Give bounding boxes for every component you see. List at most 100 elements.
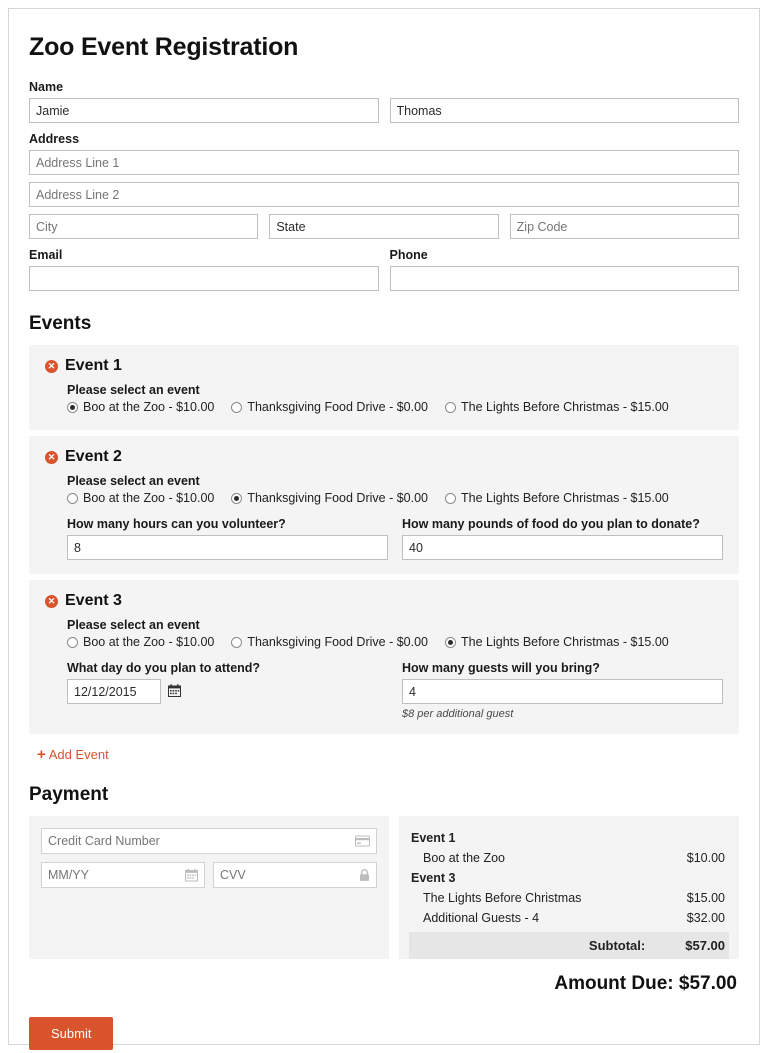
name-row [29,98,739,123]
radio-button[interactable] [67,401,78,413]
event-option[interactable]: Boo at the Zoo - $10.00 [67,400,214,414]
remove-event-icon[interactable]: ✕ [45,594,58,608]
expiry-cvv-row [41,862,377,896]
city-state-zip-row [29,214,739,239]
radio-button[interactable] [445,492,456,504]
event-option-label: Thanksgiving Food Drive - $0.00 [247,400,428,414]
cvv-field [213,862,377,888]
summary-item: The Lights Before Christmas $15.00 [409,888,729,908]
calendar-picker-icon[interactable] [168,683,181,700]
address-line1-col [29,150,739,175]
first-name-col [29,98,379,123]
radio-button[interactable] [231,636,243,648]
event-header: ✕ Event 2 [45,448,723,466]
event-option[interactable]: Boo at the Zoo - $10.00 [67,635,214,649]
event-option[interactable]: The Lights Before Christmas - $15.00 [445,635,669,649]
registration-form-frame: Zoo Event Registration Name Address [8,8,760,1050]
plus-icon: + [37,746,46,763]
event-question: How many pounds of food do you plan to d… [402,517,723,560]
event-option[interactable]: Thanksgiving Food Drive - $0.00 [231,400,428,414]
question-hint: $8 per additional guest [402,708,514,720]
credit-card-input[interactable] [41,828,377,854]
summary-group-label: Event 3 [409,868,729,888]
payment-wrap: Event 1 Boo at the Zoo $10.00 Event 3 The Li… [29,816,739,959]
question-input[interactable] [67,535,388,560]
lock-icon [359,869,370,882]
phone-input[interactable] [389,266,739,291]
zip-input[interactable] [509,214,739,239]
event-option[interactable]: Boo at the Zoo - $10.00 [67,491,214,505]
event-option[interactable]: Thanksgiving Food Drive - $0.00 [231,491,428,505]
payment-fields-panel [29,816,389,959]
select-event-prompt: Please select an event [67,618,200,632]
radio-button[interactable] [231,492,243,504]
event-option-label: The Lights Before Christmas - $15.00 [461,400,669,414]
email-col: Email [29,248,379,291]
question-input[interactable] [402,535,723,560]
expiry-field [41,862,205,888]
question-label: What day do you plan to attend? [67,661,261,675]
last-name-input[interactable] [389,98,739,123]
event-options-row: Boo at the Zoo - $10.00 Thanksgiving Food… [67,400,723,414]
summary-lines: Event 1 Boo at the Zoo $10.00 Event 3 The Li… [409,828,729,928]
address-line2-input[interactable] [29,182,739,207]
event-option[interactable]: The Lights Before Christmas - $15.00 [445,400,669,414]
event-panel: ✕ Event 3 Please select an event Boo at the… [29,580,739,734]
radio-button[interactable] [67,492,78,504]
question-label: How many pounds of food do you plan to d… [402,517,700,531]
event-option-label: Thanksgiving Food Drive - $0.00 [247,635,428,649]
select-event-prompt: Please select an event [67,474,200,488]
event-header: ✕ Event 1 [45,357,723,375]
phone-label: Phone [389,248,428,262]
question-label: How many hours can you volunteer? [67,517,286,531]
state-col [269,214,499,239]
radio-button[interactable] [231,401,243,413]
calendar-icon [185,868,198,882]
subtotal-row: Subtotal: $57.00 [409,932,729,959]
event-option-label: The Lights Before Christmas - $15.00 [461,635,669,649]
question-label: How many guests will you bring? [402,661,600,675]
event-panel: ✕ Event 2 Please select an event Boo at the… [29,436,739,574]
state-select[interactable] [269,214,499,239]
date-input[interactable] [67,679,161,704]
order-summary-panel: Event 1 Boo at the Zoo $10.00 Event 3 The Li… [399,816,739,959]
last-name-col [389,98,739,123]
remove-event-icon[interactable]: ✕ [45,450,58,464]
remove-event-icon[interactable]: ✕ [45,359,58,373]
question-input[interactable] [402,679,723,704]
name-label: Name [29,80,64,94]
subtotal-amount: $57.00 [685,938,725,953]
address-line1-input[interactable] [29,150,739,175]
event-option-label: Thanksgiving Food Drive - $0.00 [247,491,428,505]
expiry-input[interactable] [41,862,205,888]
event-option[interactable]: The Lights Before Christmas - $15.00 [445,491,669,505]
credit-card-field [41,828,377,854]
city-input[interactable] [29,214,259,239]
add-event-label: Add Event [48,747,109,762]
event-body: Please select an event Boo at the Zoo - $… [45,383,723,414]
summary-group-label: Event 1 [409,828,729,848]
city-col [29,214,259,239]
radio-button[interactable] [445,636,456,648]
submit-button[interactable]: Submit [29,1017,114,1050]
radio-button[interactable] [445,401,456,413]
email-label: Email [29,248,63,262]
amount-due: Amount Due: $57.00 [554,973,737,994]
summary-amount: $10.00 [686,851,725,865]
event-option[interactable]: Thanksgiving Food Drive - $0.00 [231,635,428,649]
event-body: Please select an event Boo at the Zoo - $… [45,618,723,720]
address-line2-col [29,182,739,207]
subtotal-label: Subtotal: [588,938,646,953]
payment-heading: Payment [29,784,109,805]
event-questions-row: How many hours can you volunteer? How man… [67,517,723,560]
first-name-input[interactable] [29,98,379,123]
email-phone-row: Email Phone [29,248,739,291]
add-event-button[interactable]: + Add Event [37,747,109,762]
email-input[interactable] [29,266,379,291]
radio-button[interactable] [67,636,78,648]
cvv-input[interactable] [213,862,377,888]
event-question: How many guests will you bring? $8 per ad… [402,661,723,720]
summary-label: Additional Guests - 4 [423,911,540,925]
event-option-label: Boo at the Zoo - $10.00 [83,400,215,414]
zip-col [509,214,739,239]
